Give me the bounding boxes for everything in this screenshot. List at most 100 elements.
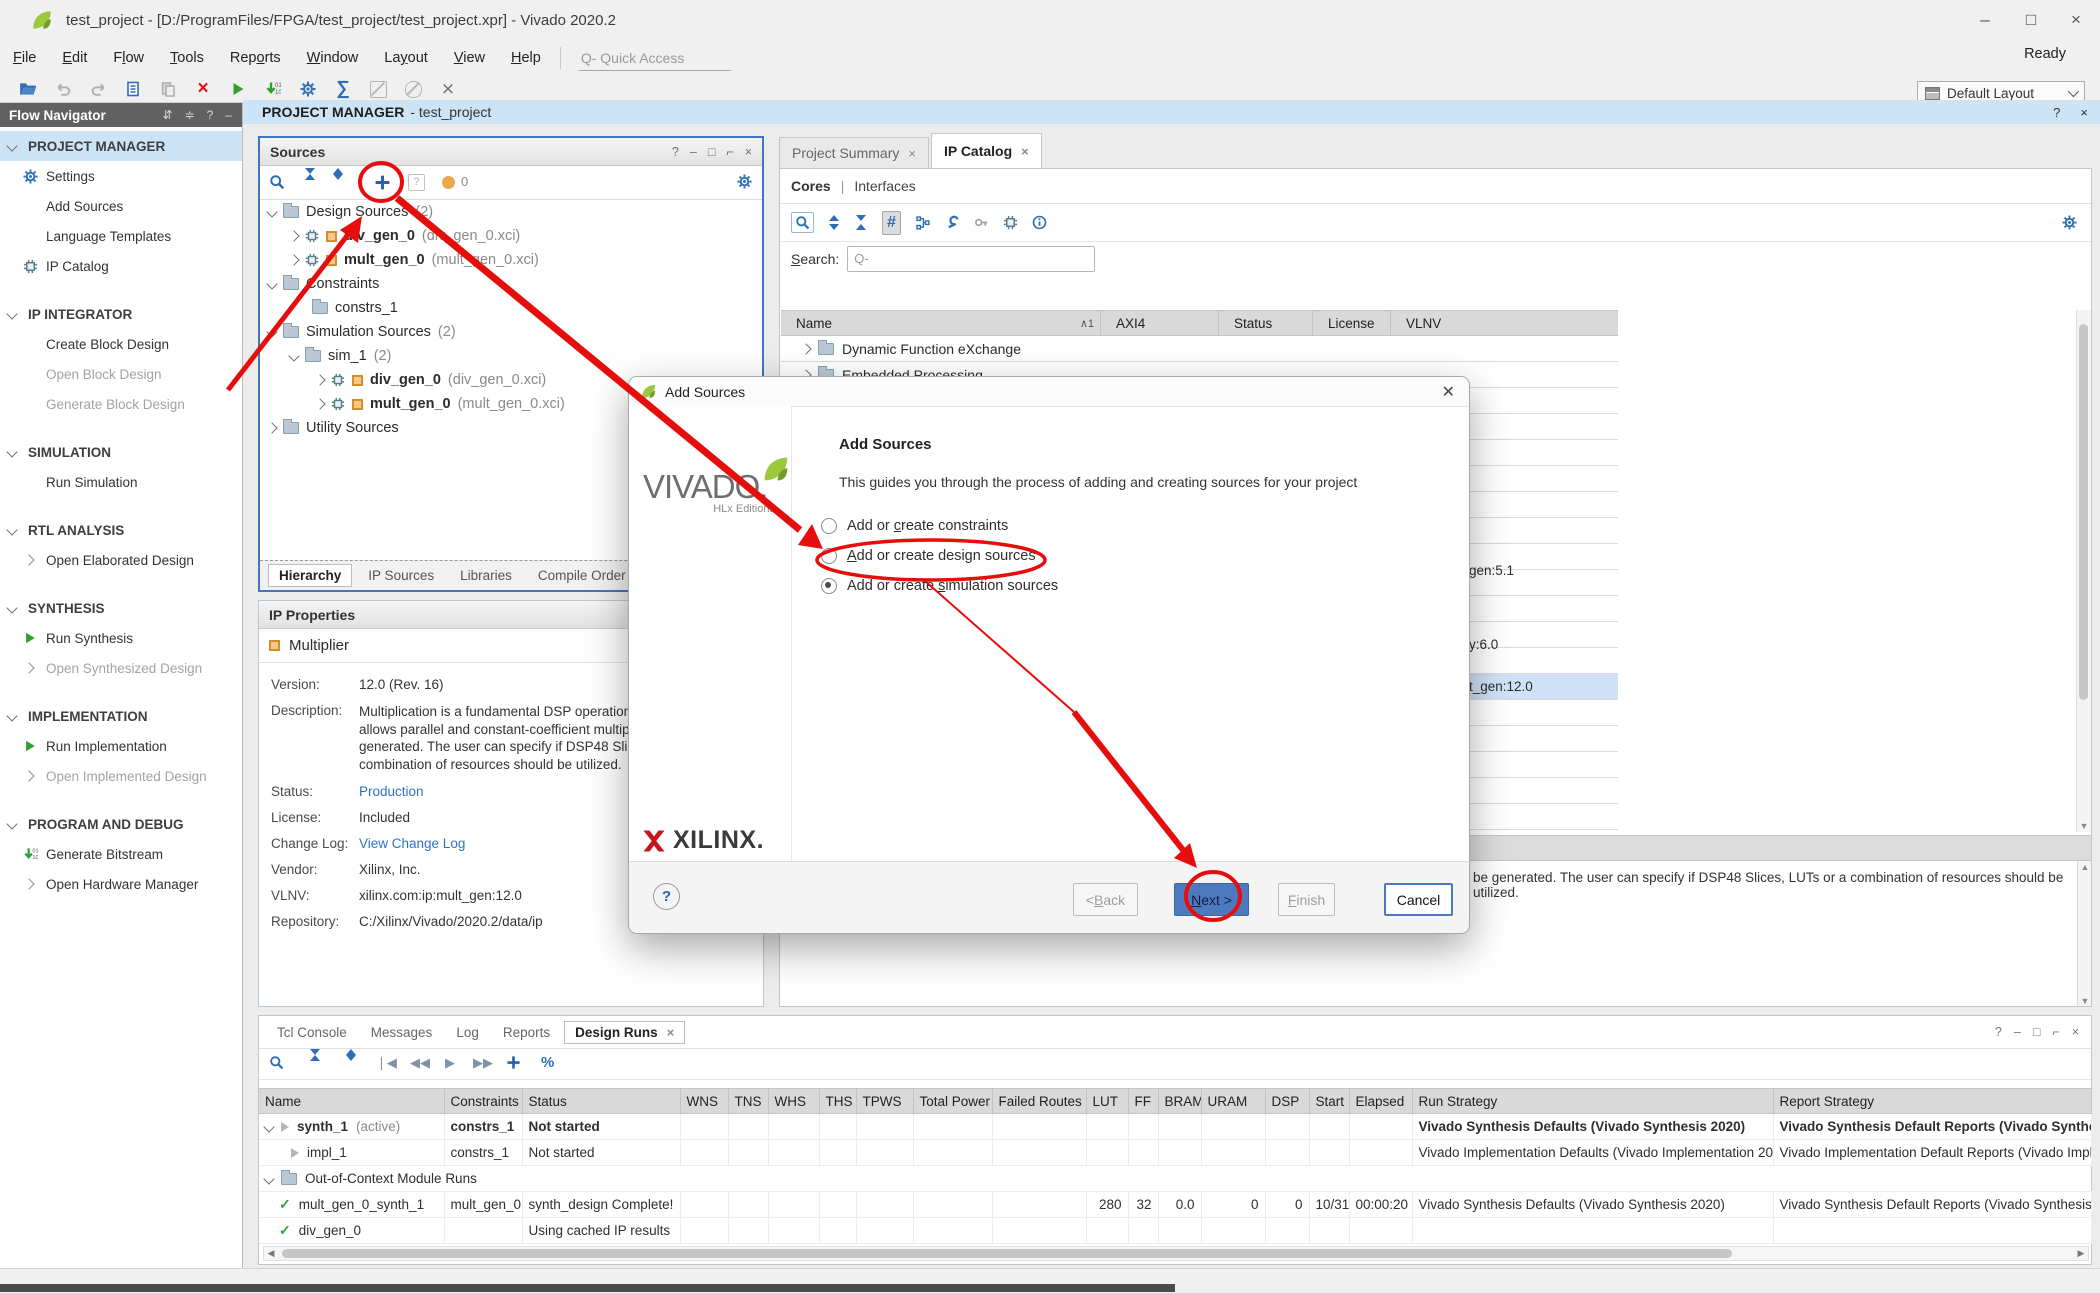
close-panel-icon[interactable]: × — [745, 145, 752, 159]
col-vlnv[interactable]: VLNV — [1391, 311, 1618, 335]
sidebar-item-generate-bitstream[interactable]: Generate Bitstream — [0, 839, 242, 869]
menu-edit[interactable]: Edit — [49, 40, 100, 76]
minimize-panel-icon[interactable]: – — [2014, 1025, 2021, 1039]
help-icon[interactable]: ? — [207, 108, 214, 122]
create-run-plus-icon[interactable] — [506, 1055, 521, 1075]
sort-icon[interactable]: ≑ — [185, 108, 195, 122]
sidebar-item-ip-catalog[interactable]: IP Catalog — [0, 251, 242, 281]
close-icon[interactable] — [1021, 144, 1029, 159]
tab-tcl-console[interactable]: Tcl Console — [267, 1022, 357, 1043]
tab-messages[interactable]: Messages — [361, 1022, 443, 1043]
sidebar-item-settings[interactable]: Settings — [0, 161, 242, 191]
tree-item-design-sources[interactable]: Design Sources(2) — [260, 200, 762, 224]
sidebar-item-language-templates[interactable]: Language Templates — [0, 221, 242, 251]
add-sources-plus-icon[interactable] — [374, 174, 391, 196]
col-license[interactable]: License — [1313, 311, 1391, 335]
report-icon[interactable] — [123, 79, 143, 99]
scroll-down-icon[interactable]: ▼ — [2077, 821, 2091, 831]
col-status[interactable]: Status — [1219, 311, 1313, 335]
tree-item-div-gen-0[interactable]: div_gen_0(div_gen_0.xci) — [260, 224, 762, 248]
tree-item-constraints[interactable]: Constraints — [260, 272, 762, 296]
radio-add-design-sources[interactable]: Add or create design sources — [821, 548, 1036, 564]
search-icon[interactable] — [269, 1055, 284, 1075]
menu-file[interactable]: File — [0, 40, 49, 76]
tree-item-mult-gen-0[interactable]: mult_gen_0(mult_gen_0.xci) — [260, 248, 762, 272]
menu-tools[interactable]: Tools — [157, 40, 217, 76]
expand-all-icon[interactable] — [855, 215, 868, 230]
subtab-interfaces[interactable]: Interfaces — [854, 178, 915, 194]
scroll-down-icon[interactable]: ▼ — [2078, 996, 2092, 1006]
scroll-right-icon[interactable]: ▶ — [2074, 1248, 2088, 1259]
tab-hierarchy[interactable]: Hierarchy — [268, 564, 352, 587]
cancel-button[interactable]: Cancel — [1384, 883, 1453, 916]
tab-ip-sources[interactable]: IP Sources — [358, 565, 444, 586]
scroll-up-icon[interactable]: ▲ — [2078, 862, 2092, 872]
scrollbar-thumb[interactable] — [2079, 324, 2088, 700]
tab-compile-order[interactable]: Compile Order — [528, 565, 636, 586]
dialog-close-icon[interactable]: ✕ — [1442, 382, 1455, 402]
details-scrollbar[interactable]: ▲ ▼ — [2077, 861, 2092, 1007]
radio-icon[interactable] — [821, 518, 837, 534]
generate-bitstream-icon[interactable] — [263, 79, 283, 99]
sidebar-item-open-hardware-manager[interactable]: Open Hardware Manager — [0, 869, 242, 899]
chip-icon[interactable] — [1003, 215, 1018, 230]
menu-view[interactable]: View — [441, 40, 498, 76]
sidebar-item-run-simulation[interactable]: Run Simulation — [0, 467, 242, 497]
catalog-search-input[interactable]: Q- — [847, 246, 1095, 272]
radio-selected-icon[interactable] — [821, 578, 837, 594]
wrench-icon[interactable] — [945, 215, 960, 230]
collapse-all-icon[interactable] — [828, 215, 841, 230]
run-row-synth-1[interactable]: synth_1(active) constrs_1 Not started Vi… — [259, 1114, 2092, 1140]
undo-icon[interactable] — [53, 79, 73, 99]
float-panel-icon[interactable]: ⌐ — [2052, 1025, 2059, 1039]
run-group-out-of-context[interactable]: Out-of-Context Module Runs — [259, 1166, 2092, 1192]
settings-gear-icon[interactable] — [2062, 215, 2077, 230]
run-row-div-gen-0[interactable]: ✓div_gen_0 Using cached IP results — [259, 1218, 2092, 1244]
settings-gear-icon[interactable] — [298, 79, 318, 99]
radio-icon[interactable] — [821, 548, 837, 564]
run-row-impl-1[interactable]: impl_1 constrs_1 Not started Vivado Impl… — [259, 1140, 2092, 1166]
tree-item-sim-1[interactable]: sim_1(2) — [260, 344, 762, 368]
hierarchy-icon[interactable] — [915, 215, 931, 231]
close-icon[interactable] — [667, 1025, 675, 1040]
sources-header[interactable]: Sources ? – □ ⌐ × — [260, 138, 762, 166]
next-button[interactable]: Next > — [1174, 883, 1249, 916]
view-change-log-link[interactable]: View Change Log — [359, 836, 465, 851]
radio-add-constraints[interactable]: Add or create constraints — [821, 518, 1008, 534]
tab-project-summary[interactable]: Project Summary — [779, 137, 929, 168]
info-icon[interactable] — [1032, 215, 1047, 230]
close-panel-icon[interactable]: × — [2072, 1025, 2079, 1039]
percent-icon[interactable]: % — [541, 1054, 554, 1071]
paste-icon[interactable] — [158, 79, 178, 99]
search-icon[interactable] — [791, 212, 814, 233]
run-row-mult-gen-0-synth-1[interactable]: ✓mult_gen_0_synth_1 mult_gen_0 synth_des… — [259, 1192, 2092, 1218]
search-icon[interactable] — [269, 174, 285, 195]
minimize-button[interactable]: – — [1970, 8, 2000, 32]
menu-reports[interactable]: Reports — [217, 40, 294, 76]
sidebar-item-open-elaborated-design[interactable]: Open Elaborated Design — [0, 545, 242, 575]
close-button[interactable]: × — [2061, 8, 2091, 32]
close-icon[interactable]: × — [2080, 105, 2088, 120]
dialog-titlebar[interactable]: Add Sources ✕ — [629, 377, 1469, 407]
sidebar-item-create-block-design[interactable]: Create Block Design — [0, 329, 242, 359]
maximize-panel-icon[interactable]: □ — [708, 145, 716, 159]
section-project-manager[interactable]: PROJECT MANAGER — [0, 131, 242, 161]
dialog-help-icon[interactable]: ? — [653, 883, 680, 910]
sidebar-item-add-sources[interactable]: Add Sources — [0, 191, 242, 221]
menu-flow[interactable]: Flow — [100, 40, 157, 76]
catalog-row-dfx[interactable]: Dynamic Function eXchange — [781, 336, 1021, 362]
section-simulation[interactable]: SIMULATION — [0, 437, 242, 467]
col-axi4[interactable]: AXI4 — [1101, 311, 1219, 335]
section-program-and-debug[interactable]: PROGRAM AND DEBUG — [0, 809, 242, 839]
settings-gear-icon[interactable] — [737, 174, 752, 194]
report-utilization-icon[interactable]: ∑ — [333, 79, 353, 99]
play-run-icon[interactable]: ▶ — [445, 1055, 455, 1071]
vlnv-fragment-selected[interactable]: t_gen:12.0 — [1469, 679, 1533, 694]
tree-item-simulation-sources[interactable]: Simulation Sources(2) — [260, 320, 762, 344]
tab-libraries[interactable]: Libraries — [450, 565, 522, 586]
quick-access-input[interactable]: Q- Quick Access — [579, 46, 731, 71]
tab-design-runs[interactable]: Design Runs — [564, 1021, 685, 1044]
maximize-panel-icon[interactable]: □ — [2033, 1025, 2041, 1039]
help-icon[interactable]: ? — [2053, 105, 2060, 120]
menu-help[interactable]: Help — [498, 40, 554, 76]
